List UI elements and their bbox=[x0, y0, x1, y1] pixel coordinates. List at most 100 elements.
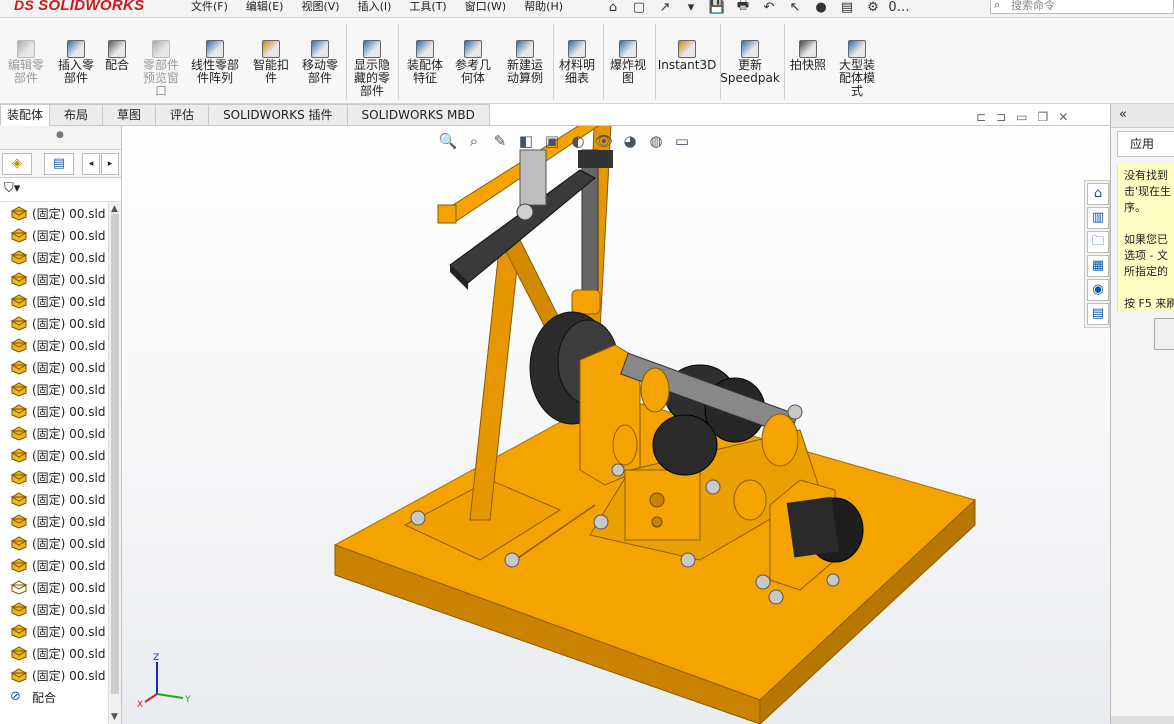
close-icon[interactable]: ✕ bbox=[1058, 110, 1068, 124]
assembly-model[interactable] bbox=[122, 126, 1110, 724]
command-button-3[interactable]: 零部件 预览窗 口 bbox=[138, 18, 184, 104]
quick-access-item-8[interactable]: ● bbox=[810, 0, 832, 15]
collapse-handle-icon[interactable]: ● bbox=[56, 130, 64, 140]
tree-item[interactable]: (固定) 00.sld bbox=[10, 334, 105, 356]
tree-item[interactable]: (固定) 00.sld bbox=[10, 664, 105, 686]
custom-properties-icon[interactable]: ▤ bbox=[1087, 303, 1109, 325]
quick-access-item-5[interactable]: 🖶 bbox=[732, 0, 754, 17]
display-style-icon[interactable]: ◐ bbox=[568, 132, 588, 150]
tree-item[interactable]: (固定) 00.sld bbox=[10, 642, 105, 664]
tree-item[interactable]: (固定) 00.sld bbox=[10, 598, 105, 620]
appearances-icon[interactable]: ◉ bbox=[1087, 279, 1109, 301]
filter-icon[interactable]: ⛉▾ bbox=[0, 178, 121, 202]
search-input[interactable]: ⌕ 搜索命令 bbox=[990, 0, 1174, 14]
scroll-left-icon[interactable]: ◂ bbox=[82, 153, 100, 175]
minimize-icon[interactable]: ▭ bbox=[1016, 110, 1027, 124]
command-button-16[interactable]: 大型装 配体模 式 bbox=[833, 18, 881, 104]
restore-left-icon[interactable]: ⊏ bbox=[976, 110, 986, 124]
home-icon[interactable]: ⌂ bbox=[1087, 183, 1109, 205]
tree-item[interactable]: (固定) 00.sld bbox=[10, 268, 105, 290]
file-explorer-icon[interactable]: 🗀 bbox=[1087, 231, 1109, 253]
quick-access-item-3[interactable]: ▾ bbox=[680, 0, 702, 15]
graphics-area[interactable]: Z Y X bbox=[122, 126, 1110, 724]
menu-item-4[interactable]: 工具(T) bbox=[400, 0, 455, 14]
solidworks-logo[interactable]: DS SOLIDWORKS bbox=[14, 0, 144, 14]
tab-0[interactable]: 装配体 bbox=[0, 104, 51, 126]
property-manager-tab[interactable]: ▤ bbox=[44, 153, 74, 175]
tab-2[interactable]: 草图 bbox=[103, 104, 157, 126]
scroll-right-icon[interactable]: ▸ bbox=[101, 153, 119, 175]
command-button-5[interactable]: 智能扣 件 bbox=[250, 18, 292, 104]
menu-item-6[interactable]: 帮助(H) bbox=[515, 0, 572, 14]
tree-item[interactable]: (固定) 00.sld bbox=[10, 488, 105, 510]
menu-item-1[interactable]: 编辑(E) bbox=[237, 0, 293, 14]
command-button-8[interactable]: 装配体 特征 bbox=[403, 18, 447, 104]
apply-scene-icon[interactable]: ◍ bbox=[646, 132, 666, 150]
tab-5[interactable]: SOLIDWORKS MBD bbox=[347, 104, 490, 126]
quick-access-item-1[interactable]: ▢ bbox=[628, 0, 650, 15]
previous-view-icon[interactable]: ✎ bbox=[490, 132, 510, 150]
tree-item[interactable]: (固定) 00.sld bbox=[10, 246, 105, 268]
tree-item[interactable]: (固定) 00.sld bbox=[10, 620, 105, 642]
collapse-task-pane-icon[interactable]: « bbox=[1111, 104, 1174, 128]
task-pane-tab[interactable]: 应用 bbox=[1117, 131, 1174, 157]
quick-access-item-4[interactable]: 💾 bbox=[706, 0, 728, 15]
tree-item[interactable]: (固定) 00.sld bbox=[10, 400, 105, 422]
restore-right-icon[interactable]: ⊐ bbox=[996, 110, 1006, 124]
tab-3[interactable]: 评估 bbox=[156, 104, 210, 126]
command-button-4[interactable]: 线性零部 件阵列 bbox=[185, 18, 245, 104]
maximize-icon[interactable]: ❐ bbox=[1037, 110, 1048, 124]
tree-item-mates[interactable]: ⊘ 配合 bbox=[10, 686, 56, 708]
command-button-10[interactable]: 新建运 动算例 bbox=[502, 18, 548, 104]
quick-access-item-7[interactable]: ↖ bbox=[784, 0, 806, 15]
tree-item[interactable]: (固定) 00.sld bbox=[10, 510, 105, 532]
scroll-down-icon[interactable]: ▼ bbox=[111, 712, 118, 722]
task-pane-button[interactable] bbox=[1154, 318, 1174, 350]
quick-access-item-9[interactable]: ▤ bbox=[836, 0, 858, 15]
command-button-7[interactable]: 显示隐 藏的零 部件 bbox=[348, 18, 396, 104]
command-button-2[interactable]: 配合 bbox=[101, 18, 133, 104]
command-button-12[interactable]: 爆炸视 图 bbox=[607, 18, 649, 104]
tree-item[interactable]: (固定) 00.sld bbox=[10, 202, 105, 224]
menu-item-0[interactable]: 文件(F) bbox=[182, 0, 237, 14]
menu-item-3[interactable]: 插入(I) bbox=[349, 0, 401, 14]
view-settings-icon[interactable]: ▭ bbox=[672, 132, 692, 150]
tree-item[interactable]: (固定) 00.sld bbox=[10, 378, 105, 400]
quick-access-item-0[interactable]: ⌂ bbox=[602, 0, 624, 15]
tree-scrollbar[interactable]: ▲ ▼ bbox=[108, 202, 121, 724]
quick-access-item-6[interactable]: ↶ bbox=[758, 0, 780, 15]
zoom-to-fit-icon[interactable]: 🔍 bbox=[438, 132, 458, 150]
quick-access-item-2[interactable]: ↗ bbox=[654, 0, 676, 15]
quick-access-item-10[interactable]: ⚙ bbox=[862, 0, 884, 15]
feature-manager-tab[interactable]: ◈ bbox=[2, 153, 32, 175]
command-button-14[interactable]: 更新 Speedpak bbox=[720, 18, 780, 104]
scroll-up-icon[interactable]: ▲ bbox=[111, 204, 118, 214]
view-orientation-icon[interactable]: ▣ bbox=[542, 132, 562, 150]
tree-item[interactable]: (固定) 00.sld bbox=[10, 356, 105, 378]
menu-item-2[interactable]: 视图(V) bbox=[292, 0, 348, 14]
quick-access-item-11[interactable]: 0… bbox=[888, 0, 910, 15]
command-button-13[interactable]: Instant3D bbox=[658, 18, 716, 104]
view-palette-icon[interactable]: ▦ bbox=[1087, 255, 1109, 277]
menu-item-5[interactable]: 窗口(W) bbox=[456, 0, 515, 14]
zoom-area-icon[interactable]: ⌕ bbox=[464, 132, 484, 150]
tree-item[interactable]: (固定) 00.sld bbox=[10, 444, 105, 466]
tree-item[interactable]: (固定) 00.sld bbox=[10, 290, 105, 312]
command-button-9[interactable]: 参考几 何体 bbox=[451, 18, 495, 104]
tab-1[interactable]: 布局 bbox=[50, 104, 104, 126]
command-button-0[interactable]: 编辑零 部件 bbox=[0, 18, 52, 104]
hide-show-icon[interactable]: 👁 bbox=[594, 132, 614, 150]
command-button-6[interactable]: 移动零 部件 bbox=[297, 18, 343, 104]
tree-item[interactable]: (固定) 00.sld bbox=[10, 312, 105, 334]
tree-item[interactable]: (固定) 00.sld bbox=[10, 576, 105, 598]
command-button-15[interactable]: 拍快照 bbox=[785, 18, 831, 104]
command-button-11[interactable]: 材料明 细表 bbox=[556, 18, 598, 104]
edit-appearance-icon[interactable]: ◕ bbox=[620, 132, 640, 150]
design-library-icon[interactable]: ▥ bbox=[1087, 207, 1109, 229]
section-view-icon[interactable]: ◧ bbox=[516, 132, 536, 150]
tree-item[interactable]: (固定) 00.sld bbox=[10, 466, 105, 488]
tree-item[interactable]: (固定) 00.sld bbox=[10, 224, 105, 246]
tree-item[interactable]: (固定) 00.sld bbox=[10, 532, 105, 554]
tab-4[interactable]: SOLIDWORKS 插件 bbox=[209, 104, 348, 126]
tree-item[interactable]: (固定) 00.sld bbox=[10, 554, 105, 576]
